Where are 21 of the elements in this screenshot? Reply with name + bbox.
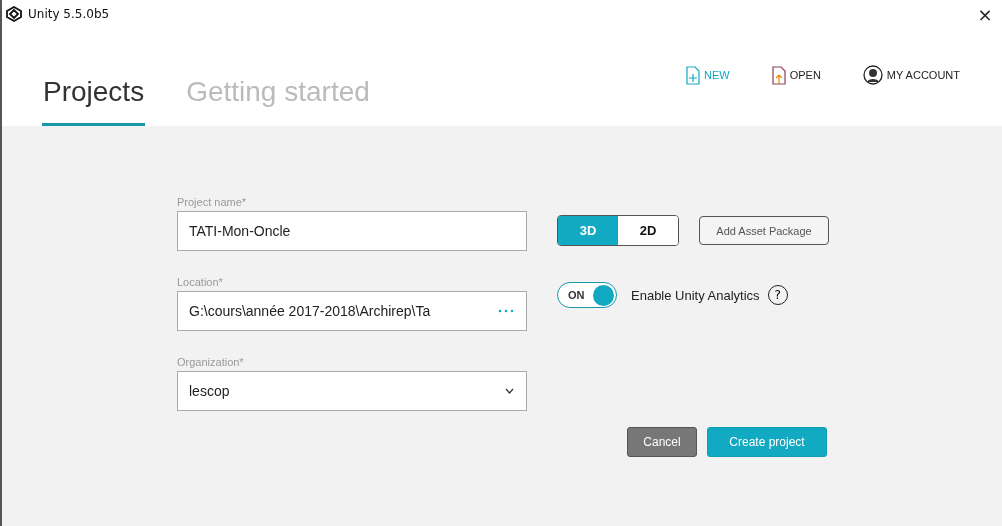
analytics-toggle[interactable]: ON bbox=[557, 282, 617, 308]
organization-dropdown[interactable]: lescop bbox=[177, 371, 527, 411]
field-label: Organization* bbox=[177, 356, 245, 368]
chevron-down-icon bbox=[505, 388, 514, 394]
analytics-label: Enable Unity Analytics bbox=[631, 287, 760, 303]
more-icon[interactable] bbox=[498, 309, 514, 313]
window-title: Unity 5.5.0b5 bbox=[28, 7, 111, 21]
input-field[interactable]: TATI-Mon-Oncle bbox=[177, 211, 527, 251]
add-asset-package-button[interactable]: Add Asset Package bbox=[699, 216, 829, 245]
account-link[interactable]: MY ACCOUNT bbox=[886, 69, 960, 81]
unity-logo-icon bbox=[6, 6, 22, 22]
cancel-button[interactable]: Cancel bbox=[627, 427, 697, 457]
avatar-icon bbox=[862, 65, 883, 85]
open-file-icon bbox=[771, 65, 786, 85]
close-button[interactable]: × bbox=[968, 3, 1002, 25]
new-file-icon bbox=[686, 65, 700, 85]
open-link[interactable]: OPEN bbox=[789, 69, 821, 81]
field-label: Project name* bbox=[177, 196, 248, 208]
input-field[interactable]: G:\cours\année 2017-2018\Archirep\Ta bbox=[177, 291, 527, 331]
field-label: Location* bbox=[177, 276, 224, 288]
dimension-option[interactable]: 2D bbox=[618, 216, 678, 245]
